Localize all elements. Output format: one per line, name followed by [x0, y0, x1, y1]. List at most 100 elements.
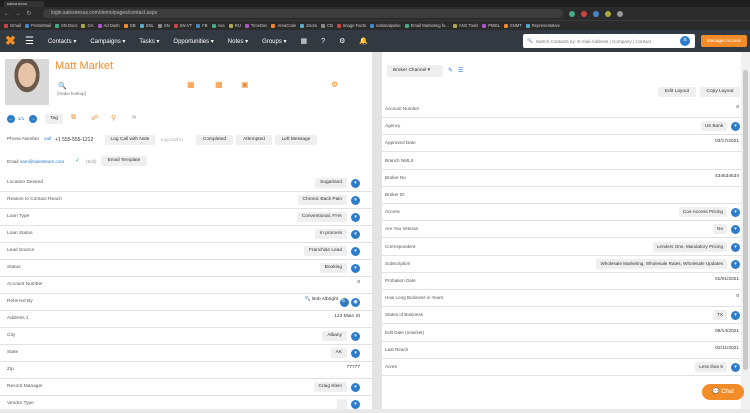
field-select[interactable]: Craig Klein	[313, 382, 347, 392]
chevron-down-icon[interactable]: ▾	[351, 230, 360, 239]
bookmark-item[interactable]: SNL	[139, 23, 154, 28]
chevron-down-icon[interactable]: ▾	[351, 349, 360, 358]
chevron-down-icon[interactable]: ▾	[351, 179, 360, 188]
bookmark-item[interactable]: GB	[123, 23, 136, 28]
log-call-in-button[interactable]: Log Call In	[161, 137, 183, 142]
chevron-down-icon[interactable]: ▾	[731, 242, 740, 252]
bell-icon[interactable]: 🔔	[359, 37, 368, 45]
manager-access-button[interactable]: Manager Access	[701, 35, 747, 47]
email-template-button[interactable]: Email Template	[101, 156, 147, 166]
extension-icon[interactable]	[605, 10, 611, 17]
bookmark-item[interactable]: TimeDoc	[244, 23, 267, 28]
back-icon[interactable]: ←	[7, 115, 15, 123]
nav-tasks[interactable]: Tasks ▾	[139, 38, 159, 45]
field-value[interactable]: 09/14/2021	[715, 329, 739, 334]
bookmark-item[interactable]: Gmail	[4, 23, 21, 28]
field-select[interactable]: Less than 5	[695, 362, 727, 372]
field-value[interactable]: 123 Main St	[334, 314, 360, 319]
chevron-down-icon[interactable]: ▾	[351, 264, 360, 273]
pin-icon[interactable]: ⚑	[131, 114, 137, 122]
bookmark-item[interactable]: FB	[196, 23, 208, 28]
extension-icon[interactable]	[569, 10, 575, 17]
field-select[interactable]: Booking	[319, 263, 347, 273]
gear-icon[interactable]: ⚙	[339, 37, 345, 45]
attempted-button[interactable]: Attempted	[236, 135, 272, 145]
field-select[interactable]: No	[713, 224, 727, 235]
field-value[interactable]: 01/01/2021	[715, 277, 739, 282]
bookmark-item[interactable]: CB	[321, 23, 333, 28]
close-icon[interactable]: ×	[680, 36, 690, 46]
nav-contacts[interactable]: Contacts ▾	[48, 38, 76, 45]
bookmark-item[interactable]: PMDL	[482, 23, 500, 28]
reload-icon[interactable]: ↻	[25, 10, 33, 17]
lookup-link[interactable]: (make lookup)	[57, 91, 86, 96]
menu-icon[interactable]: ☰	[25, 36, 34, 47]
email-link[interactable]: sam@salesteam.com	[20, 159, 64, 164]
bookmark-item[interactable]: GA	[81, 23, 94, 28]
back-icon[interactable]: ←	[3, 11, 11, 17]
bookmark-item[interactable]: RU	[228, 23, 241, 28]
field-select[interactable]: Coo-Access Pricing	[678, 207, 727, 218]
field-value[interactable]: 0	[736, 105, 739, 110]
calendar-icon[interactable]: ▦	[215, 80, 223, 89]
chat-button[interactable]: 💬 Chat	[702, 384, 744, 400]
completed-button[interactable]: Completed	[196, 135, 233, 145]
link-icon[interactable]: ☍	[91, 114, 98, 122]
chevron-down-icon[interactable]: ▾	[731, 208, 740, 218]
nav-groups[interactable]: Groups ▾	[262, 38, 286, 45]
pagination-icon[interactable]: 1/1	[18, 116, 24, 121]
url-input[interactable]: login.salesnexus.com/demo/pages/contact.…	[43, 9, 563, 18]
field-value[interactable]: 0	[357, 280, 360, 285]
field-value[interactable]: 🔍 Bob Albright	[305, 297, 338, 302]
tag-button[interactable]: Tag	[45, 114, 63, 124]
nav-campaigns[interactable]: Campaigns ▾	[90, 38, 125, 45]
calendar-icon[interactable]: ▦	[187, 80, 195, 89]
forward-icon[interactable]: →	[29, 115, 37, 123]
gear-icon[interactable]: ⚙	[331, 80, 338, 89]
field-select[interactable]: In process	[314, 229, 347, 239]
chevron-down-icon[interactable]: ▾	[731, 225, 740, 235]
copy-icon[interactable]: ⧉	[71, 114, 76, 122]
list-icon[interactable]: ☰	[458, 67, 463, 74]
bookmark-item[interactable]: Zoom	[300, 23, 317, 28]
view-select[interactable]: Broker Channel ▾	[387, 65, 443, 77]
extension-icon[interactable]	[581, 10, 587, 17]
field-select[interactable]: Chronic Back Pain	[297, 195, 347, 205]
bookmark-item[interactable]: SNMT	[503, 23, 522, 28]
field-select[interactable]: Lenders One, Mandatory Pricing	[652, 241, 727, 252]
chevron-down-icon[interactable]: ▾	[731, 259, 740, 269]
field-value[interactable]: 0	[736, 294, 739, 299]
bookmark-item[interactable]: Axe	[211, 23, 225, 28]
chevron-down-icon[interactable]: ▾	[351, 383, 360, 392]
field-select[interactable]: Franchise Lead	[303, 246, 347, 256]
field-select[interactable]: AK	[330, 348, 347, 358]
chevron-down-icon[interactable]: ▾	[351, 400, 360, 409]
edit-icon[interactable]: ✎	[448, 67, 453, 74]
chevron-down-icon[interactable]: ▾	[731, 311, 740, 321]
scrollbar-thumb[interactable]	[743, 70, 748, 370]
nav-opportunities[interactable]: Opportunities ▾	[173, 38, 213, 45]
search-icon[interactable]: 🔍	[58, 82, 67, 90]
extension-icon[interactable]	[593, 10, 599, 17]
field-select[interactable]	[337, 399, 347, 409]
bookmark-item[interactable]: ANX Tools	[452, 23, 478, 28]
edit-layout-button[interactable]: Edit Layout	[658, 87, 696, 97]
chevron-down-icon[interactable]: ▾	[351, 247, 360, 256]
log-call-note-button[interactable]: Log Call with Note	[105, 135, 155, 145]
email-extra[interactable]: (Edit)	[86, 159, 97, 164]
field-select[interactable]: US Bank	[700, 121, 727, 132]
bookmark-item[interactable]: AreaCode	[271, 23, 296, 28]
call-link[interactable]: call	[44, 137, 51, 142]
bookmark-item[interactable]: SN-VT	[173, 23, 192, 28]
bookmark-item[interactable]: nationalpulse	[369, 23, 401, 28]
bookmark-item[interactable]: Image Facts	[336, 23, 366, 28]
profile-icon[interactable]	[617, 10, 623, 17]
field-select[interactable]: Sugarland	[315, 178, 347, 188]
field-value[interactable]: 02/11/2021	[715, 346, 739, 351]
nav-notes[interactable]: Notes ▾	[228, 38, 248, 45]
copy-layout-button[interactable]: Copy Layout	[700, 87, 740, 97]
field-select[interactable]: Conventional, FHA	[296, 212, 347, 222]
field-value[interactable]: 434534534	[715, 174, 739, 179]
bookmark-item[interactable]: SN Docs	[54, 23, 77, 28]
search-input[interactable]: 🔍 Switch Contacts by: E-mail Address | C…	[523, 34, 695, 48]
